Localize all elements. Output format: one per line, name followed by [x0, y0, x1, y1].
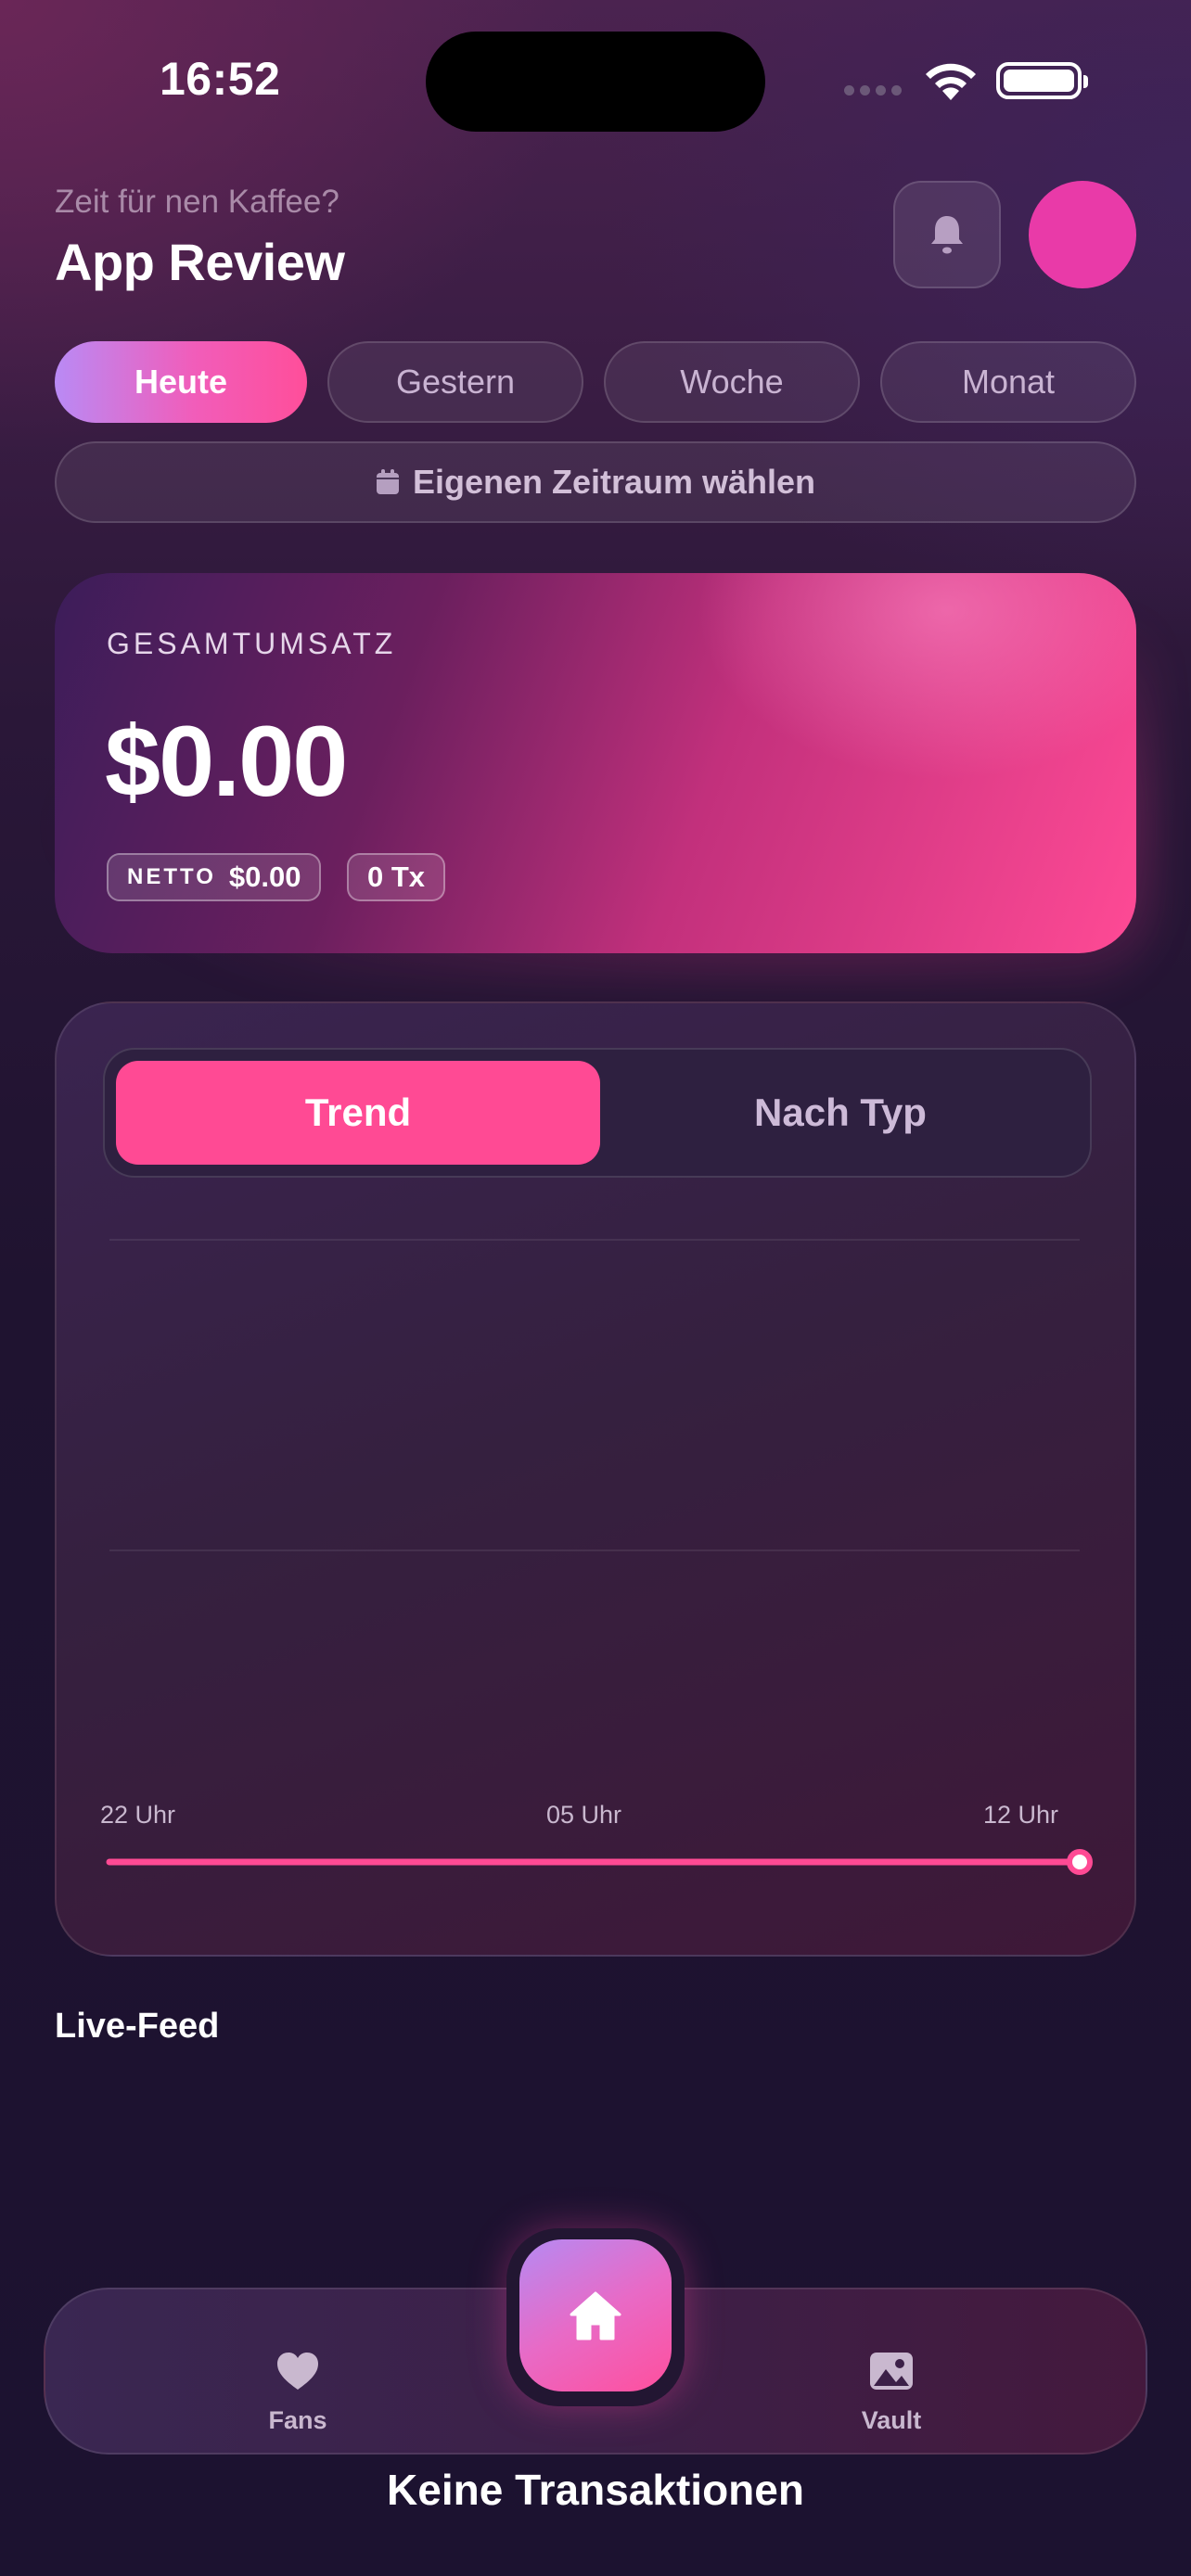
x-tick-label: 05 Uhr: [546, 1801, 622, 1829]
dynamic-island: [426, 32, 765, 132]
cellular-signal-icon: [844, 85, 902, 96]
notifications-button[interactable]: [893, 181, 1001, 288]
revenue-amount: $0.00: [105, 705, 348, 817]
net-label: NETTO: [127, 864, 216, 889]
tab-gestern[interactable]: Gestern: [327, 341, 583, 423]
tx-count: 0 Tx: [367, 861, 426, 893]
bell-icon: [931, 216, 963, 254]
tab-heute[interactable]: Heute: [55, 341, 307, 423]
empty-state-text: Keine Transaktionen: [387, 2466, 804, 2514]
net-badge: NETTO $0.00: [107, 853, 322, 901]
home-button[interactable]: [519, 2239, 672, 2391]
status-time: 16:52: [160, 53, 281, 105]
nav-fans-label: Fans: [268, 2406, 327, 2434]
custom-range-label: Eigenen Zeitraum wählen: [412, 463, 816, 501]
tab-monat[interactable]: Monat: [880, 341, 1136, 423]
period-tabs: Heute Gestern Woche Monat: [55, 341, 1136, 423]
chart-mode-toggle: Trend Nach Typ: [103, 1048, 1092, 1178]
net-value: $0.00: [228, 861, 301, 893]
revenue-card: GESAMTUMSATZ $0.00 NETTO $0.00 0 Tx: [55, 573, 1136, 953]
battery-icon: [996, 62, 1088, 99]
x-tick-label: 12 Uhr: [983, 1801, 1059, 1829]
nav-vault[interactable]: Vault: [817, 2351, 966, 2435]
nav-vault-label: Vault: [861, 2406, 922, 2434]
live-feed-title: Live-Feed: [55, 2007, 220, 2046]
tx-count-badge: 0 Tx: [347, 853, 446, 901]
custom-range-button[interactable]: Eigenen Zeitraum wählen: [55, 441, 1136, 523]
image-icon: [870, 2353, 913, 2390]
nav-fans[interactable]: Fans: [224, 2351, 372, 2435]
heart-icon: [277, 2353, 318, 2390]
calendar-icon: [376, 469, 399, 494]
x-tick-label: 22 Uhr: [100, 1801, 176, 1829]
wifi-icon: [926, 63, 976, 100]
greeting-text: Zeit für nen Kaffee?: [55, 184, 339, 220]
tab-woche[interactable]: Woche: [604, 341, 860, 423]
home-icon: [570, 2291, 621, 2340]
page-title: App Review: [55, 233, 345, 291]
toggle-nach-typ[interactable]: Nach Typ: [598, 1061, 1082, 1165]
revenue-label: GESAMTUMSATZ: [107, 627, 397, 660]
toggle-trend[interactable]: Trend: [116, 1061, 600, 1165]
avatar[interactable]: [1029, 181, 1136, 288]
